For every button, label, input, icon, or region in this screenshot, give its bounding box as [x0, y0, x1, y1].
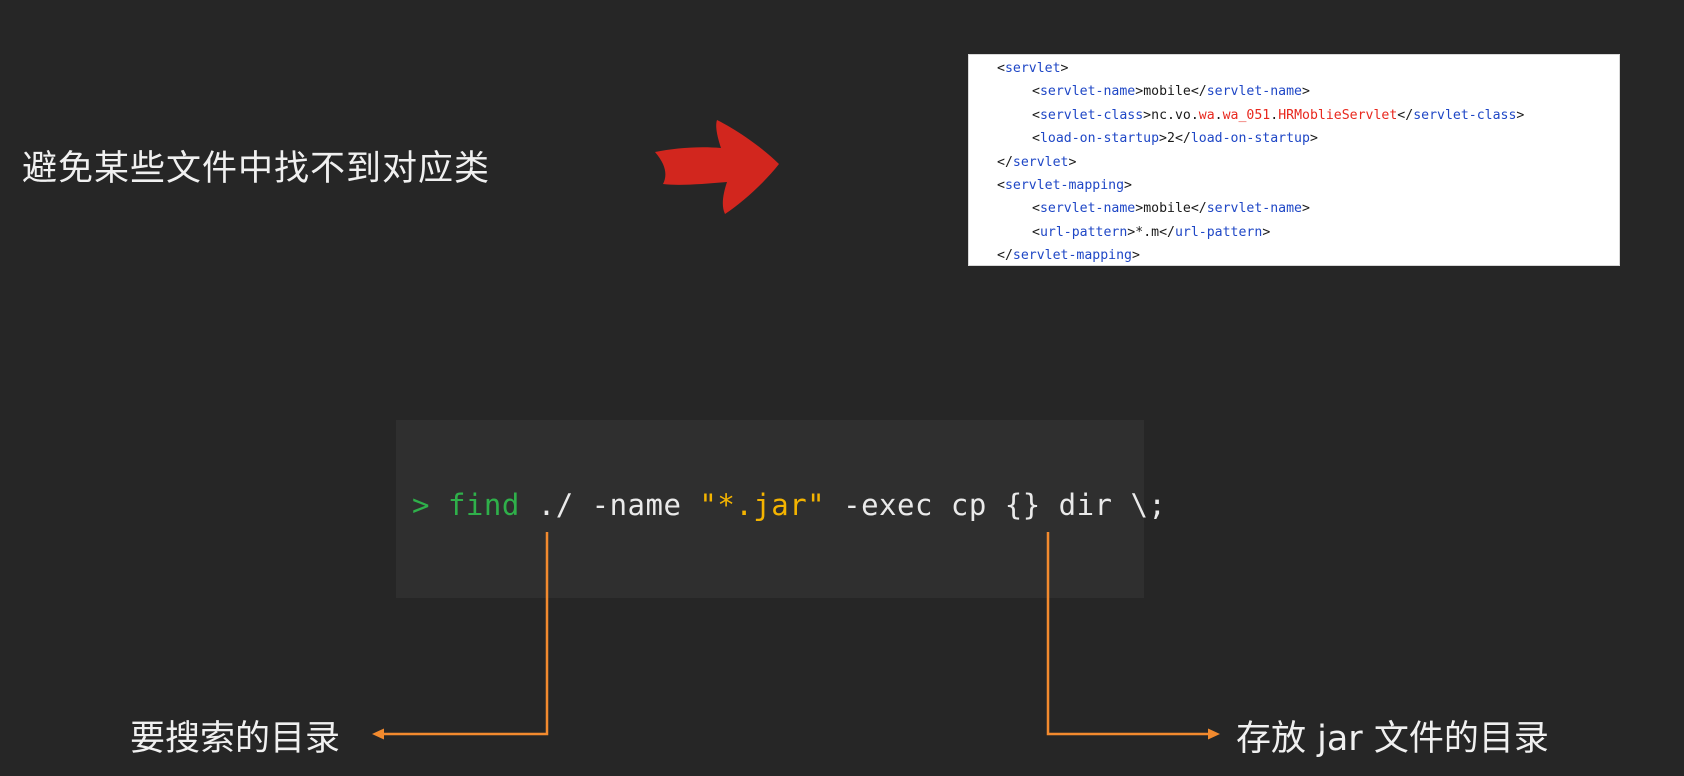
arrowhead-right-icon [1208, 728, 1220, 740]
connector-lines [372, 532, 1220, 740]
arrowhead-left-icon [372, 728, 384, 740]
label-jar-target-directory: 存放 jar 文件的目录 [1236, 719, 1549, 759]
connector-search-dir [376, 532, 549, 736]
connector-target-dir [1046, 532, 1212, 736]
label-search-directory: 要搜索的目录 [130, 719, 341, 759]
